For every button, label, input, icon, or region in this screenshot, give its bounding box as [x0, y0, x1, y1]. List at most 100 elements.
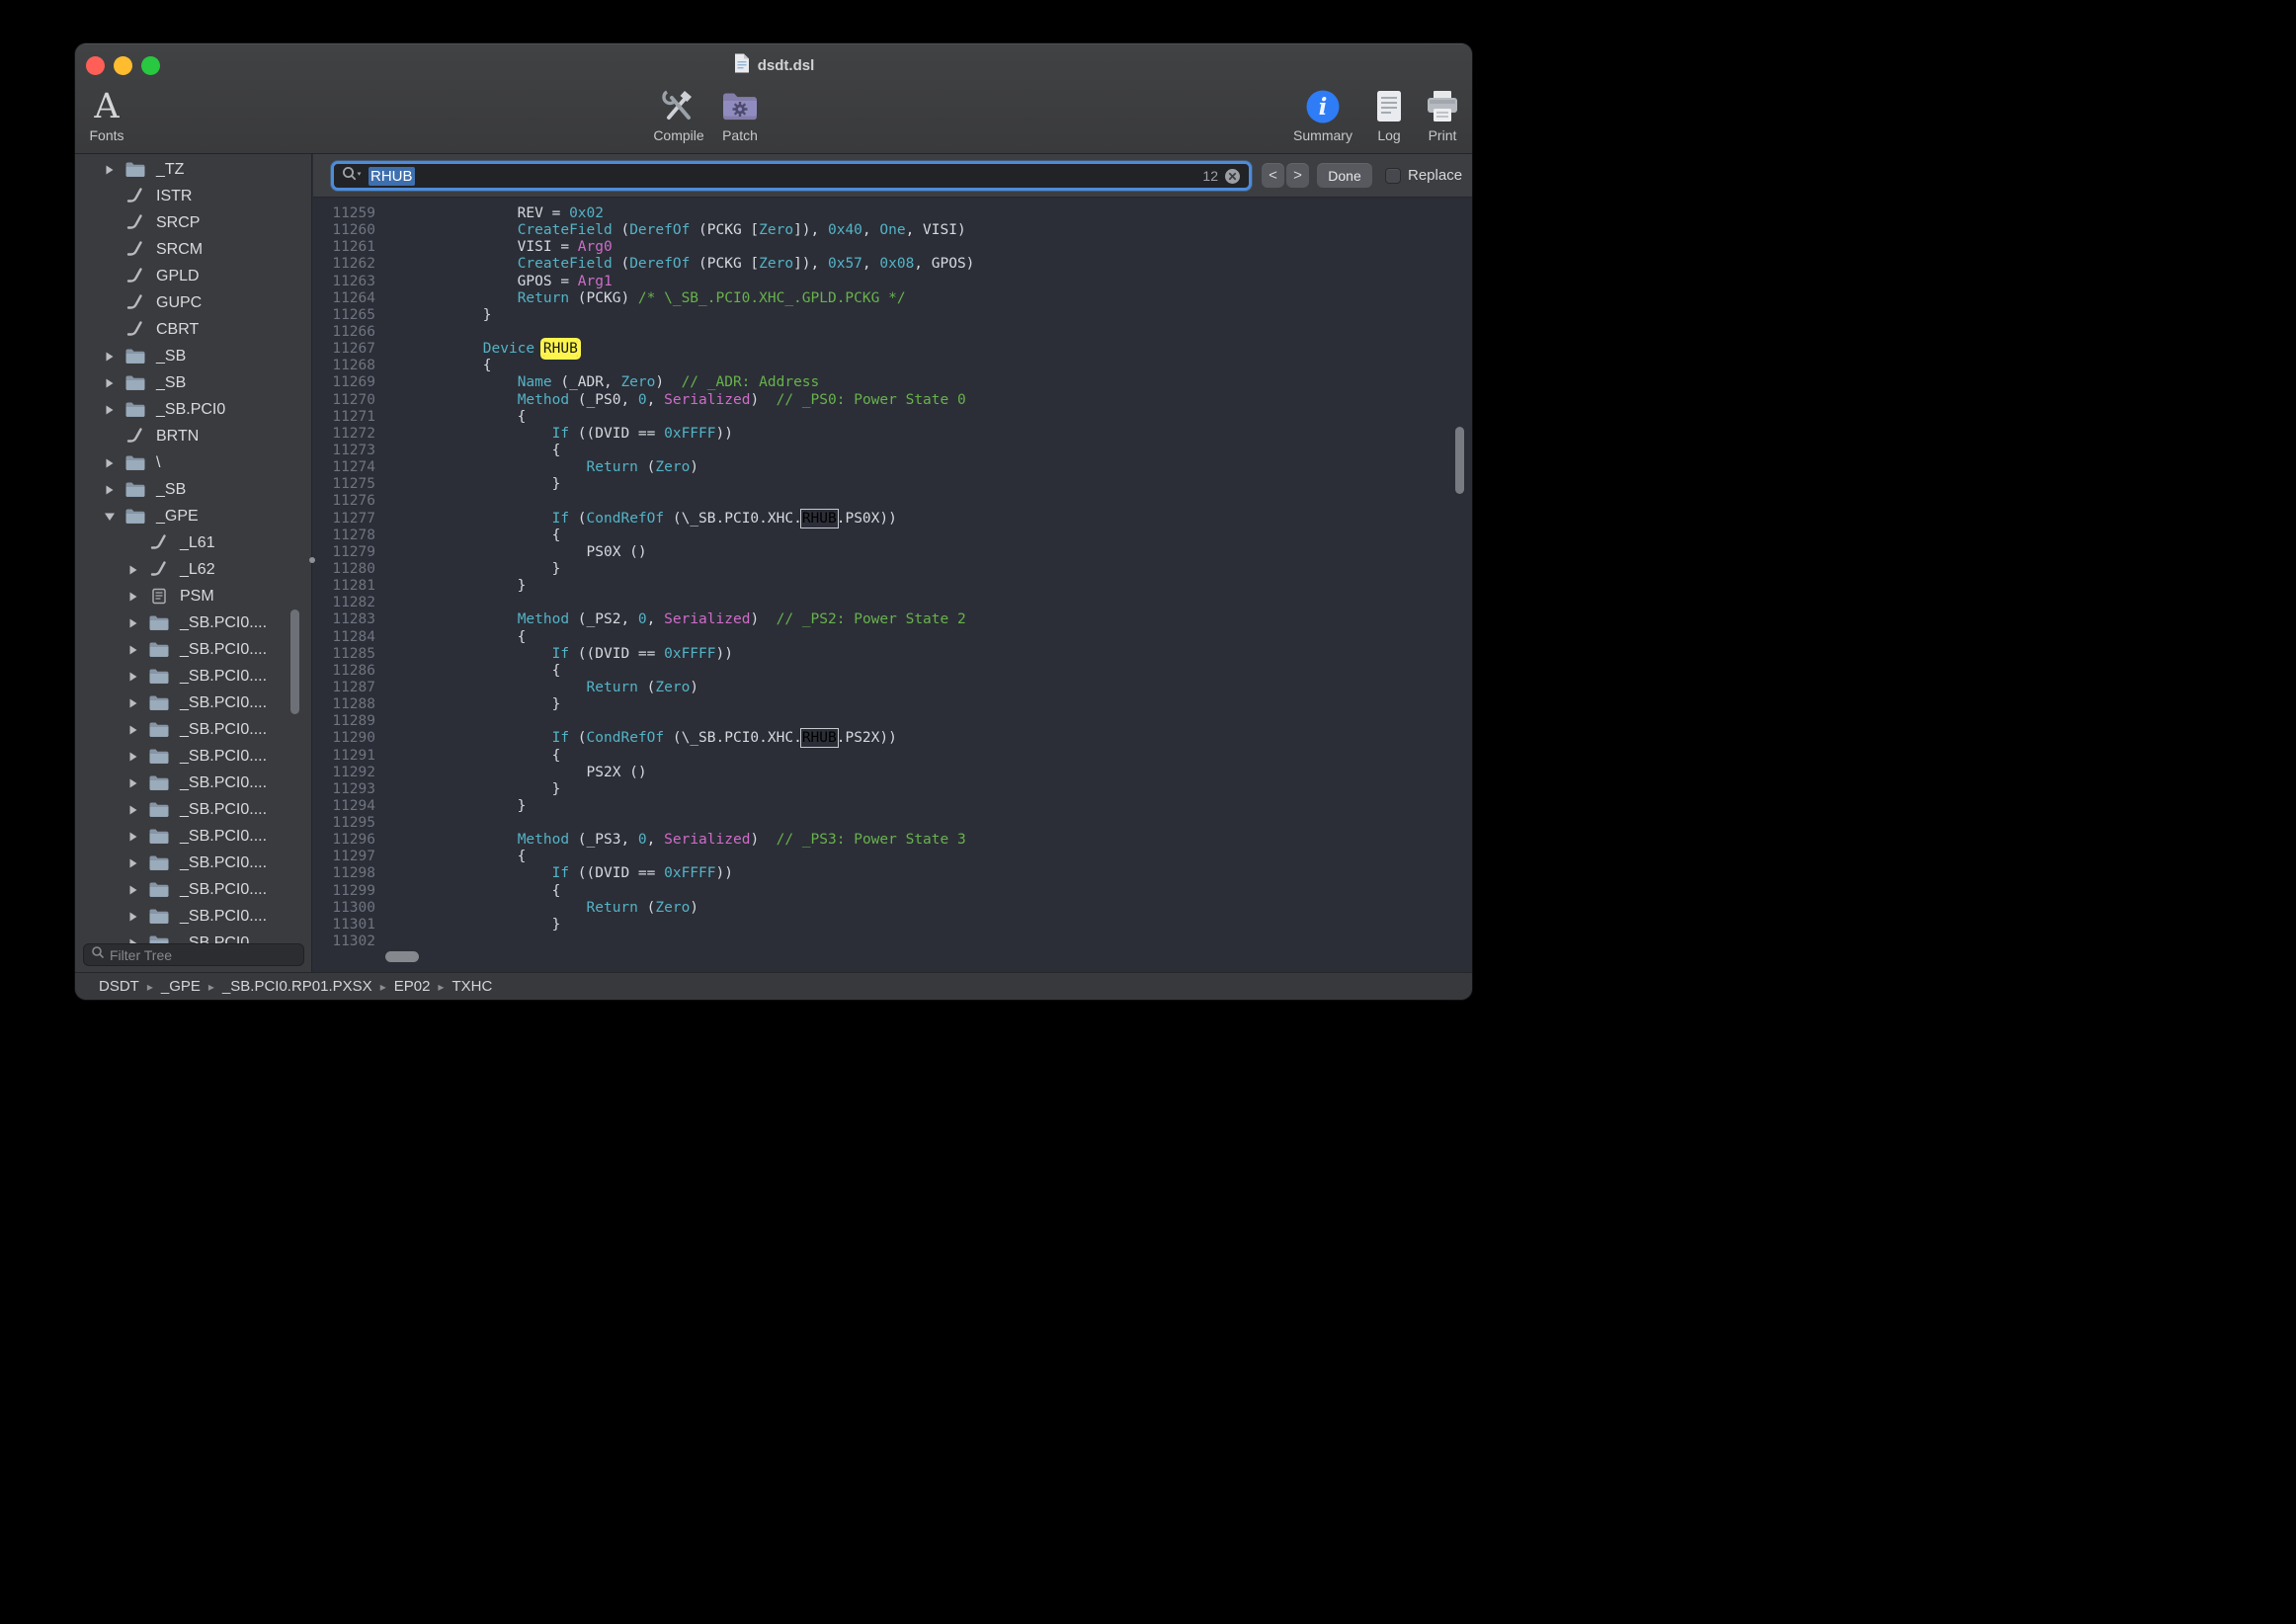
replace-checkbox[interactable] — [1385, 168, 1401, 184]
code-line[interactable]: 11273 { — [313, 443, 1472, 459]
code-line[interactable]: 11283 Method (_PS2, 0, Serialized) // _P… — [313, 611, 1472, 628]
sidebar-item-sb-pci0[interactable]: _SB.PCI0.... — [75, 770, 311, 796]
sidebar-item-sb-pci0[interactable]: _SB.PCI0.... — [75, 636, 311, 663]
code-line[interactable]: 11295 — [313, 815, 1472, 832]
code-line[interactable]: 11279 PS0X () — [313, 544, 1472, 561]
sidebar-item-cbrt[interactable]: CBRT — [75, 316, 311, 343]
disclosure-collapsed-icon[interactable] — [101, 375, 119, 391]
disclosure-collapsed-icon[interactable] — [124, 909, 142, 925]
find-next-button[interactable]: > — [1286, 163, 1309, 188]
sidebar-item-gpe[interactable]: _GPE — [75, 503, 311, 529]
code-line[interactable]: 11285 If ((DVID == 0xFFFF)) — [313, 646, 1472, 663]
code-line[interactable]: 11267 Device RHUB — [313, 341, 1472, 358]
breadcrumb-item[interactable]: _SB.PCI0.RP01.PXSX — [222, 978, 372, 995]
sidebar-item-l61[interactable]: _L61 — [75, 529, 311, 556]
code-line[interactable]: 11287 Return (Zero) — [313, 680, 1472, 696]
breadcrumb-item[interactable]: DSDT — [99, 978, 139, 995]
code-line[interactable]: 11266 — [313, 324, 1472, 341]
code-line[interactable]: 11265 } — [313, 307, 1472, 324]
code-line[interactable]: 11280 } — [313, 561, 1472, 578]
breadcrumb-item[interactable]: TXHC — [451, 978, 492, 995]
sidebar-item-l62[interactable]: _L62 — [75, 556, 311, 583]
vertical-scrollbar-thumb[interactable] — [1455, 427, 1464, 494]
sidebar-item-root[interactable]: \ — [75, 449, 311, 476]
code-line[interactable]: 11277 If (CondRefOf (\_SB.PCI0.XHC.RHUB.… — [313, 511, 1472, 528]
code-line[interactable]: 11259 REV = 0x02 — [313, 205, 1472, 222]
code-line[interactable]: 11293 } — [313, 781, 1472, 798]
toolbar-fonts-button[interactable]: A Fonts — [75, 87, 142, 148]
disclosure-collapsed-icon[interactable] — [124, 855, 142, 871]
code-line[interactable]: 11302 — [313, 934, 1472, 950]
sidebar-item-gupc[interactable]: GUPC — [75, 289, 311, 316]
disclosure-collapsed-icon[interactable] — [124, 695, 142, 711]
toolbar-patch-button[interactable]: Patch — [704, 87, 776, 148]
code-line[interactable]: 11274 Return (Zero) — [313, 459, 1472, 476]
code-line[interactable]: 11270 Method (_PS0, 0, Serialized) // _P… — [313, 392, 1472, 409]
sidebar-item-psm[interactable]: PSM — [75, 583, 311, 609]
code-line[interactable]: 11276 — [313, 493, 1472, 510]
disclosure-collapsed-icon[interactable] — [101, 402, 119, 418]
disclosure-collapsed-icon[interactable] — [101, 482, 119, 498]
disclosure-collapsed-icon[interactable] — [124, 829, 142, 845]
code-line[interactable]: 11278 { — [313, 528, 1472, 544]
code-line[interactable]: 11272 If ((DVID == 0xFFFF)) — [313, 426, 1472, 443]
disclosure-collapsed-icon[interactable] — [124, 589, 142, 605]
sidebar-item-istr[interactable]: ISTR — [75, 183, 311, 209]
breadcrumb-item[interactable]: _GPE — [161, 978, 201, 995]
code-line[interactable]: 11284 { — [313, 629, 1472, 646]
sidebar-item-sb[interactable]: _SB — [75, 343, 311, 369]
code-line[interactable]: 11263 GPOS = Arg1 — [313, 274, 1472, 290]
filter-tree-input[interactable] — [110, 947, 296, 963]
code-line[interactable]: 11282 — [313, 595, 1472, 611]
sidebar-item-sb[interactable]: _SB — [75, 369, 311, 396]
sidebar-item-sb-pci0[interactable]: _SB.PCI0.... — [75, 823, 311, 850]
disclosure-collapsed-icon[interactable] — [124, 882, 142, 898]
sidebar-item-srcm[interactable]: SRCM — [75, 236, 311, 263]
filter-tree-field[interactable] — [83, 943, 304, 966]
disclosure-collapsed-icon[interactable] — [124, 562, 142, 578]
disclosure-collapsed-icon[interactable] — [101, 349, 119, 365]
code-editor[interactable]: 11259 REV = 0x0211260 CreateField (Deref… — [313, 199, 1472, 972]
disclosure-collapsed-icon[interactable] — [101, 162, 119, 178]
done-button[interactable]: Done — [1317, 163, 1372, 188]
sidebar-item-sb-pci0[interactable]: _SB.PCI0.... — [75, 796, 311, 823]
disclosure-collapsed-icon[interactable] — [124, 669, 142, 685]
disclosure-expanded-icon[interactable] — [101, 509, 119, 525]
sidebar-item-sb-pci0[interactable]: _SB.PCI0.... — [75, 716, 311, 743]
toolbar-print-button[interactable]: Print — [1407, 87, 1472, 148]
sidebar-item-tz[interactable]: _TZ — [75, 156, 311, 183]
sidebar-item-sb-pci0[interactable]: _SB.PCI0.... — [75, 690, 311, 716]
sidebar-item-sb-pci0[interactable]: _SB.PCI0.... — [75, 876, 311, 903]
horizontal-scrollbar-thumb[interactable] — [385, 951, 419, 962]
sidebar-item-sb-pci0[interactable]: _SB.PCI0 — [75, 396, 311, 423]
code-line[interactable]: 11275 } — [313, 476, 1472, 493]
disclosure-collapsed-icon[interactable] — [124, 615, 142, 631]
breadcrumb-item[interactable]: EP02 — [394, 978, 431, 995]
code-line[interactable]: 11289 — [313, 713, 1472, 730]
code-line[interactable]: 11264 Return (PCKG) /* \_SB_.PCI0.XHC_.G… — [313, 290, 1472, 307]
clear-search-icon[interactable] — [1224, 168, 1241, 185]
code-line[interactable]: 11288 } — [313, 696, 1472, 713]
code-line[interactable]: 11260 CreateField (DerefOf (PCKG [Zero])… — [313, 222, 1472, 239]
code-line[interactable]: 11301 } — [313, 917, 1472, 934]
disclosure-collapsed-icon[interactable] — [101, 455, 119, 471]
code-line[interactable]: 11291 { — [313, 748, 1472, 765]
sidebar-item-gpld[interactable]: GPLD — [75, 263, 311, 289]
code-line[interactable]: 11261 VISI = Arg0 — [313, 239, 1472, 256]
code-line[interactable]: 11299 { — [313, 883, 1472, 900]
code-line[interactable]: 11271 { — [313, 409, 1472, 426]
sidebar-item-sb-pci0[interactable]: _SB.PCI0.... — [75, 663, 311, 690]
code-line[interactable]: 11292 PS2X () — [313, 765, 1472, 781]
find-previous-button[interactable]: < — [1262, 163, 1284, 188]
disclosure-collapsed-icon[interactable] — [124, 722, 142, 738]
sidebar-item-sb-pci0[interactable]: _SB.PCI0.... — [75, 743, 311, 770]
toolbar-summary-button[interactable]: i Summary — [1287, 87, 1358, 148]
sidebar-item-sb-pci0[interactable]: _SB.PCI0.... — [75, 903, 311, 930]
search-input[interactable]: RHUB 12 — [331, 161, 1252, 191]
sidebar-item-brtn[interactable]: BRTN — [75, 423, 311, 449]
sidebar-item-srcp[interactable]: SRCP — [75, 209, 311, 236]
sidebar-item-sb-pci0[interactable]: _SB.PCI0.... — [75, 850, 311, 876]
code-line[interactable]: 11297 { — [313, 849, 1472, 865]
code-line[interactable]: 11290 If (CondRefOf (\_SB.PCI0.XHC.RHUB.… — [313, 730, 1472, 747]
code-line[interactable]: 11262 CreateField (DerefOf (PCKG [Zero])… — [313, 256, 1472, 273]
